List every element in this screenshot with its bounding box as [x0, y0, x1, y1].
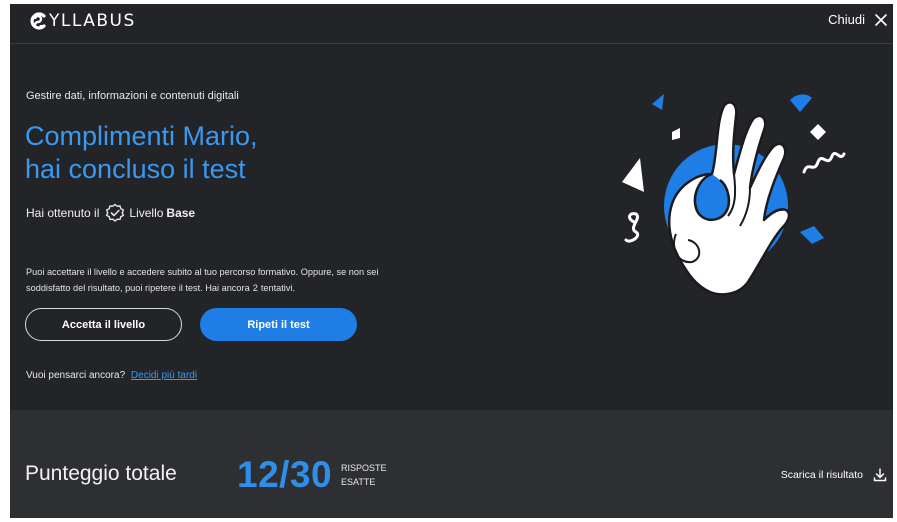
- squiggle-icon: [802, 151, 846, 174]
- headline-line-2: hai concluso il test: [25, 154, 246, 184]
- accept-level-button[interactable]: Accetta il livello: [25, 308, 182, 341]
- badge-check-icon: [106, 203, 125, 222]
- ok-hand-illustration: [622, 94, 846, 296]
- score-value: 12/30: [237, 454, 333, 495]
- score-caption-line-2: ESATTE: [341, 477, 376, 487]
- score-caption-line-1: RISPOSTE: [341, 463, 387, 473]
- download-label: Scarica il risultato: [780, 469, 863, 481]
- info-line-2: soddisfatto del risultato, puoi ripetere…: [26, 280, 426, 296]
- level-prefix: Hai ottenuto il: [26, 206, 100, 220]
- decide-later-row: Vuoi pensarci ancora? Decidi più tardi: [26, 370, 197, 381]
- info-line-2-text: soddisfatto del risultato, puoi ripetere…: [26, 283, 250, 293]
- close-icon: [875, 13, 887, 26]
- retry-test-button[interactable]: Ripeti il test: [200, 308, 357, 341]
- subject-area-label: Gestire dati, informazioni e contenuti d…: [26, 90, 239, 102]
- download-result-button[interactable]: Scarica il risultato: [781, 468, 887, 482]
- attempts-suffix: tentativi.: [260, 283, 296, 293]
- score-title: Punteggio totale: [25, 462, 177, 485]
- download-icon: [873, 468, 887, 482]
- info-text: Puoi accettare il livello e accedere sub…: [26, 264, 426, 296]
- page-title: Complimenti Mario, hai concluso il test: [25, 120, 258, 186]
- decide-later-link[interactable]: Decidi più tardi: [131, 370, 197, 381]
- confetti-piece: [790, 94, 812, 112]
- close-button[interactable]: Chiudi: [828, 12, 887, 27]
- info-line-1: Puoi accettare il livello e accedere sub…: [26, 267, 379, 277]
- result-screen: YLLABUS Chiudi Gestire dati, informazion…: [10, 4, 893, 518]
- logo-text: YLLABUS: [49, 11, 136, 31]
- confetti-piece: [622, 158, 644, 192]
- syllabus-logo: YLLABUS: [28, 10, 136, 32]
- confetti-piece: [810, 124, 826, 140]
- headline-line-1: Complimenti Mario,: [25, 121, 258, 151]
- confetti-piece: [800, 226, 824, 244]
- level-result: Hai ottenuto il Livello Base: [26, 203, 195, 223]
- header-bar: YLLABUS Chiudi: [10, 4, 893, 44]
- score-caption: RISPOSTE ESATTE: [341, 461, 387, 489]
- confetti-piece: [652, 94, 664, 110]
- level-label: Livello: [129, 206, 164, 220]
- later-prompt: Vuoi pensarci ancora?: [26, 370, 126, 381]
- score-section: Punteggio totale 12/30 RISPOSTE ESATTE S…: [10, 410, 893, 518]
- confetti-piece: [672, 128, 680, 140]
- level-value: Base: [166, 206, 196, 220]
- squiggle-icon: [624, 212, 640, 243]
- syllabus-s-icon: [30, 12, 46, 30]
- attempts-count: 2: [252, 283, 258, 293]
- close-label: Chiudi: [828, 12, 865, 27]
